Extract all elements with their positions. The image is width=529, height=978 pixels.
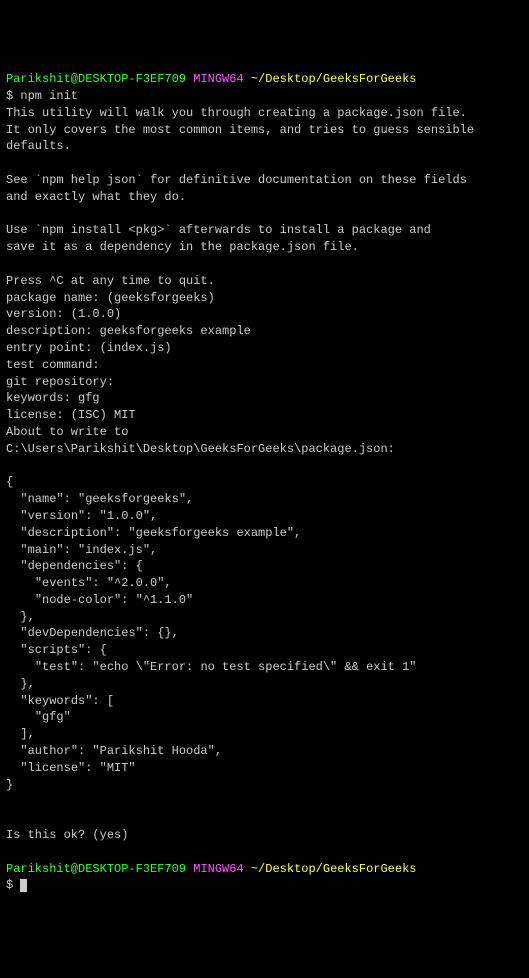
cursor-icon — [20, 879, 27, 892]
prompt-line-1: Parikshit@DESKTOP-F3EF709 MINGW64 ~/Desk… — [6, 72, 417, 86]
shell-name: MINGW64 — [193, 862, 243, 876]
cwd-path: ~/Desktop/GeeksForGeeks — [251, 72, 417, 86]
prompt-version: version: (1.0.0) — [6, 307, 121, 321]
terminal-output[interactable]: Parikshit@DESKTOP-F3EF709 MINGW64 ~/Desk… — [6, 71, 523, 894]
prompt-package-name: package name: (geeksforgeeks) — [6, 291, 215, 305]
cwd-path: ~/Desktop/GeeksForGeeks — [251, 862, 417, 876]
prompt-test-command: test command: — [6, 358, 100, 372]
command-1: $ npm init — [6, 89, 78, 103]
about-to-write: About to write to C:\Users\Parikshit\Des… — [6, 425, 395, 456]
prompt-description: description: geeksforgeeks example — [6, 324, 251, 338]
json-preview: { "name": "geeksforgeeks", "version": "1… — [6, 475, 416, 791]
user-host: Parikshit@DESKTOP-F3EF709 — [6, 72, 186, 86]
shell-name: MINGW64 — [193, 72, 243, 86]
user-host: Parikshit@DESKTOP-F3EF709 — [6, 862, 186, 876]
prompt-keywords: keywords: gfg — [6, 391, 100, 405]
prompt-git-repository: git repository: — [6, 375, 114, 389]
prompt-license: license: (ISC) MIT — [6, 408, 136, 422]
prompt-entry-point: entry point: (index.js) — [6, 341, 172, 355]
intro-text: This utility will walk you through creat… — [6, 106, 481, 288]
confirm-prompt: Is this ok? (yes) — [6, 828, 128, 842]
prompt-line-2: Parikshit@DESKTOP-F3EF709 MINGW64 ~/Desk… — [6, 862, 417, 876]
command-2[interactable]: $ — [6, 878, 20, 892]
